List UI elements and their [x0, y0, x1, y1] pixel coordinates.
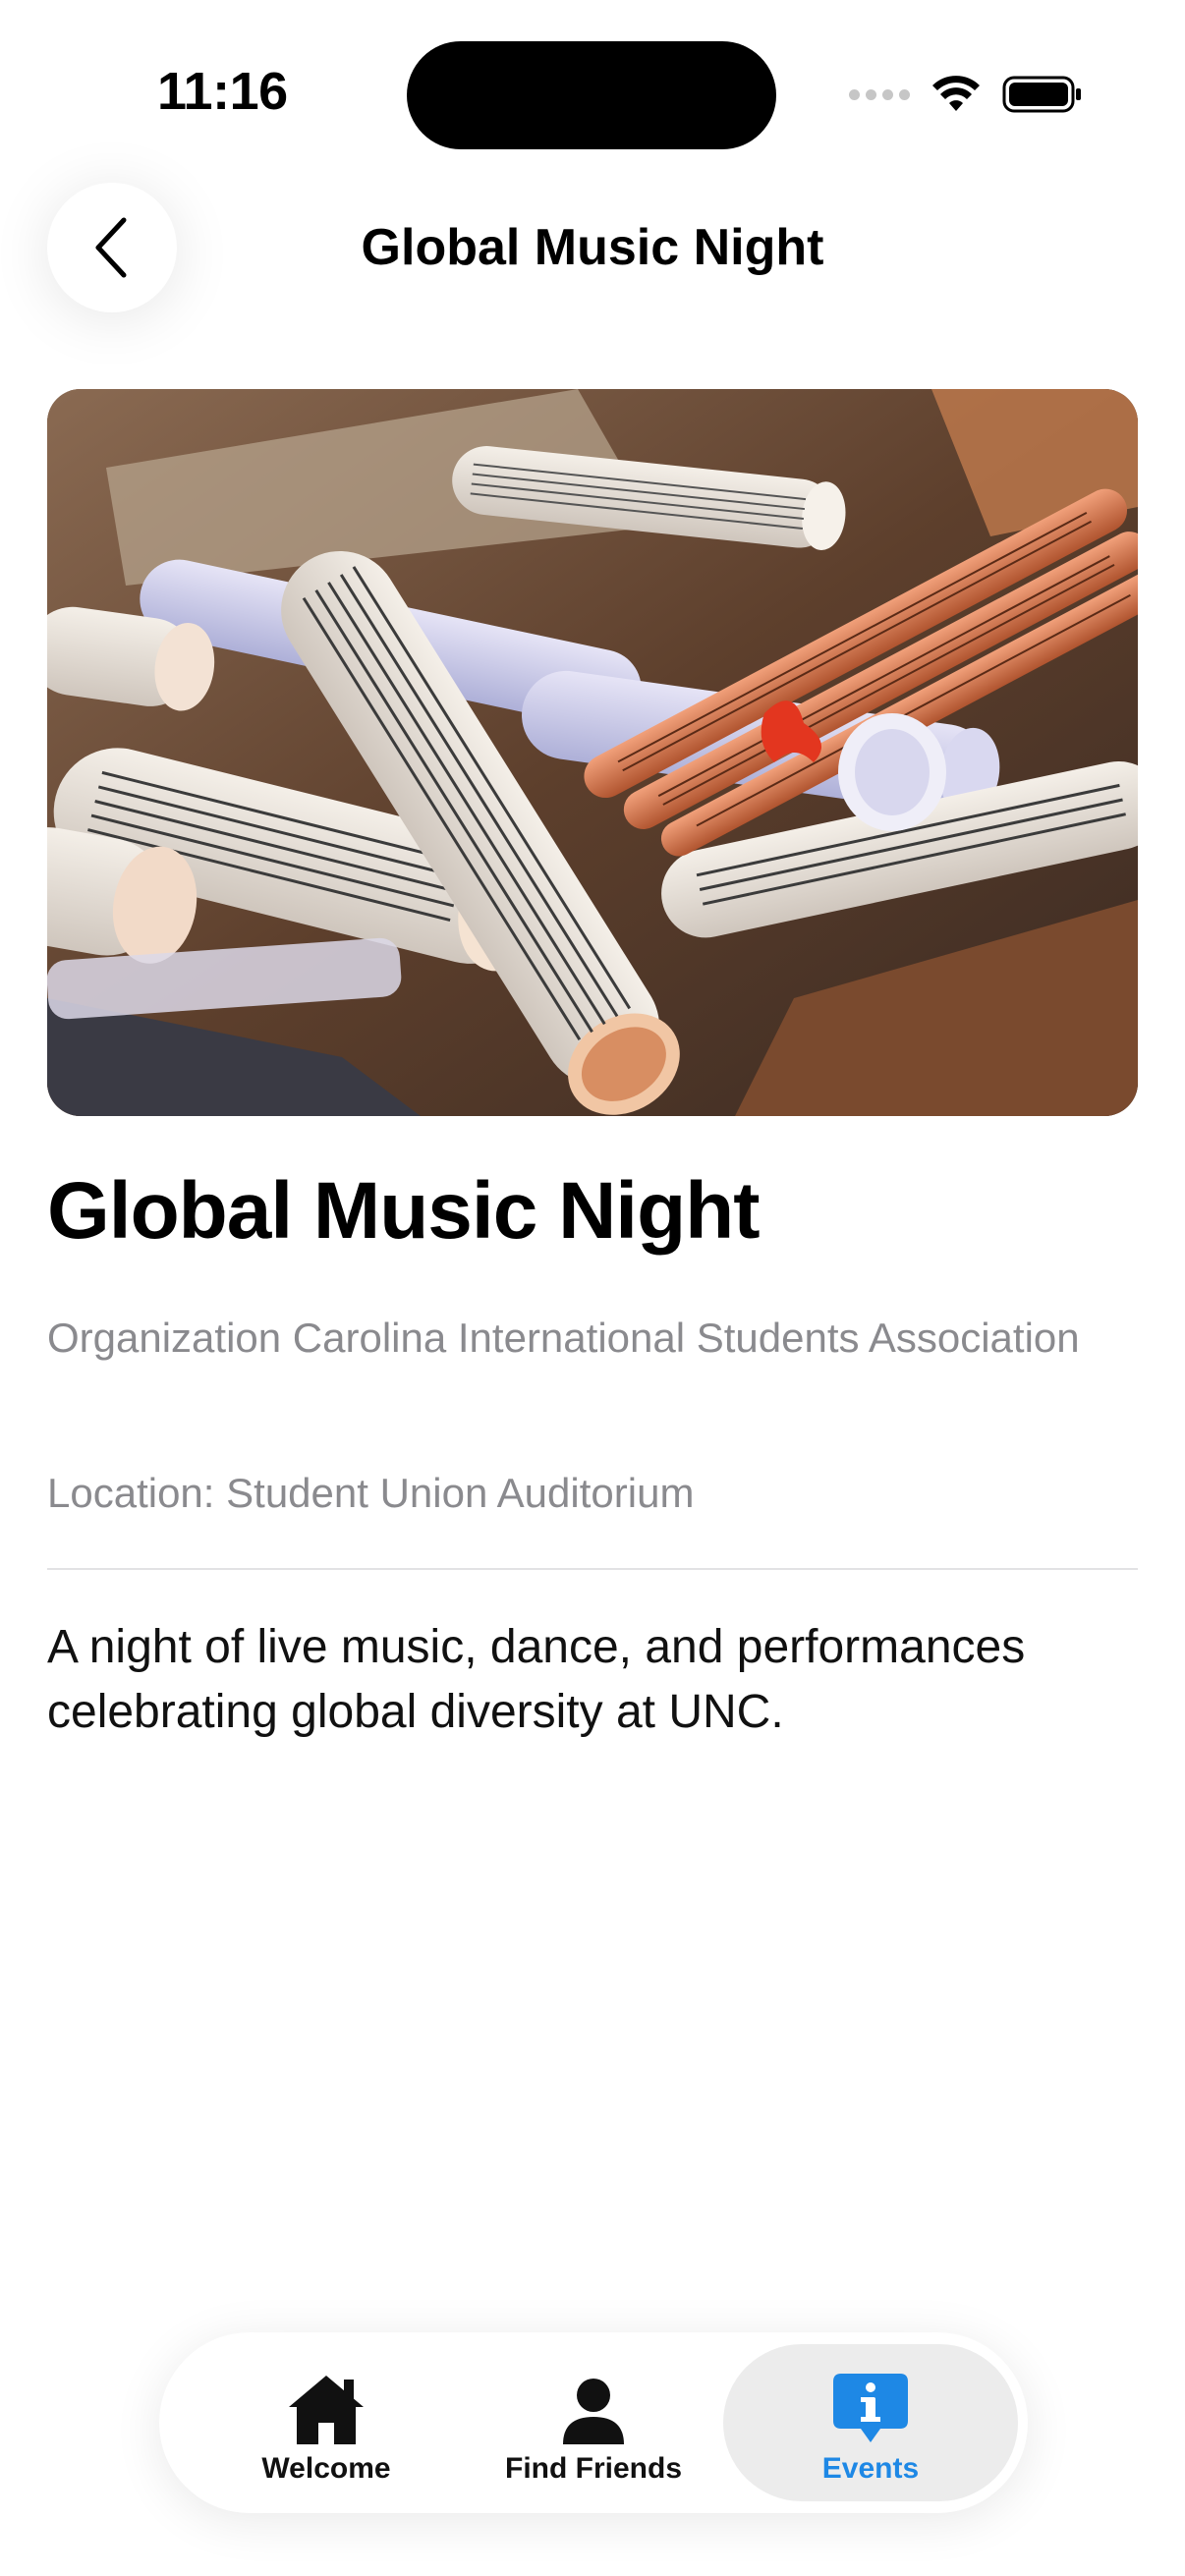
dynamic-island [407, 41, 776, 149]
wifi-icon [932, 76, 980, 111]
nav-title: Global Music Night [361, 219, 824, 276]
tab-welcome[interactable]: Welcome [179, 2344, 474, 2501]
divider [47, 1568, 1138, 1570]
event-detail-screen: 11:16 Global Music Night Global Music Ni… [0, 0, 1185, 2576]
sheet-music-image [47, 389, 1138, 1116]
event-description: A night of live music, dance, and perfor… [47, 1621, 1026, 1738]
person-icon [563, 2379, 624, 2444]
event-organization: Organization Carolina International Stud… [47, 1315, 1080, 1361]
event-title: Global Music Night [47, 1166, 761, 1256]
battery-icon [1002, 76, 1081, 113]
tab-bar: Welcome Find Friends Events [159, 2332, 1028, 2513]
status-time: 11:16 [157, 62, 288, 121]
tab-welcome-label: Welcome [261, 2452, 391, 2485]
tab-find-friends[interactable]: Find Friends [446, 2344, 741, 2501]
event-hero-image [47, 389, 1138, 1116]
info-bubble-icon [833, 2374, 908, 2442]
house-icon [289, 2376, 364, 2444]
tab-events-label: Events [821, 2452, 920, 2485]
tab-events[interactable]: Events [723, 2344, 1018, 2501]
tab-find-friends-label: Find Friends [505, 2452, 682, 2485]
event-location: Location: Student Union Auditorium [47, 1470, 695, 1516]
status-icons [849, 75, 1083, 114]
cellular-signal-icon [849, 88, 910, 100]
